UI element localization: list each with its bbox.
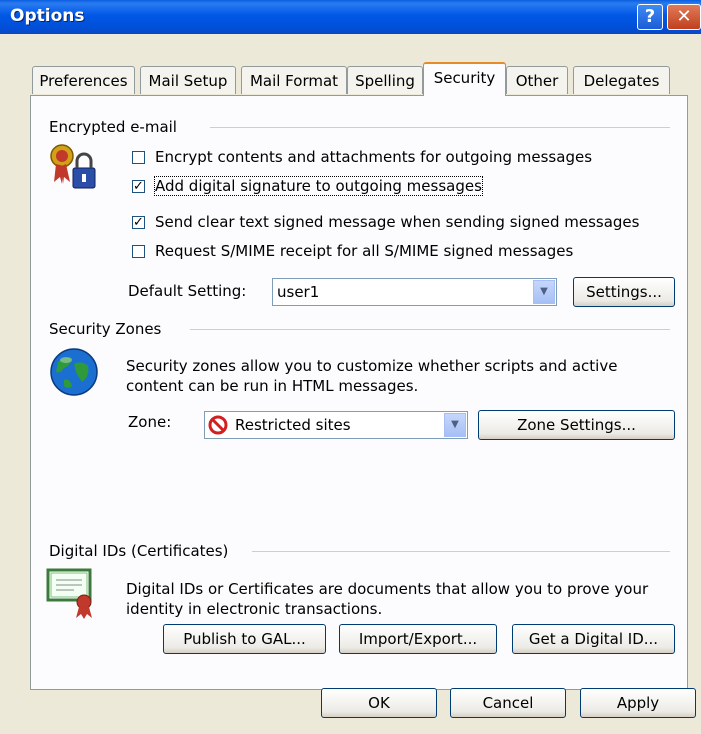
smime-receipt-checkbox[interactable] bbox=[132, 245, 145, 258]
clear-text-signed-checkbox[interactable]: ✓ bbox=[132, 216, 145, 229]
apply-button[interactable]: Apply bbox=[580, 688, 696, 718]
tab-preferences[interactable]: Preferences bbox=[32, 66, 135, 94]
zones-description-line1: Security zones allow you to customize wh… bbox=[126, 357, 618, 375]
get-digital-id-button[interactable]: Get a Digital ID... bbox=[512, 624, 675, 654]
close-icon: ✕ bbox=[676, 6, 692, 27]
publish-to-gal-button[interactable]: Publish to GAL... bbox=[163, 624, 326, 654]
group-divider bbox=[190, 329, 670, 330]
tab-label: Spelling bbox=[355, 72, 415, 90]
cancel-button[interactable]: Cancel bbox=[450, 688, 566, 718]
chevron-down-icon[interactable]: ▼ bbox=[533, 280, 555, 304]
security-zones-heading: Security Zones bbox=[49, 320, 162, 338]
zone-settings-button[interactable]: Zone Settings... bbox=[478, 410, 675, 440]
digital-ids-heading: Digital IDs (Certificates) bbox=[49, 542, 229, 560]
title-bar[interactable]: Options ? ✕ bbox=[0, 0, 701, 34]
tab-label: Mail Setup bbox=[148, 72, 228, 90]
tab-other[interactable]: Other bbox=[506, 66, 568, 94]
close-button[interactable]: ✕ bbox=[667, 4, 701, 30]
options-dialog: Options ? ✕ Preferences Mail Setup Mail … bbox=[0, 0, 701, 734]
import-export-button[interactable]: Import/Export... bbox=[339, 624, 497, 654]
globe-icon bbox=[48, 346, 100, 398]
default-setting-select[interactable]: user1 ▼ bbox=[272, 278, 557, 306]
clear-text-signed-label[interactable]: Send clear text signed message when send… bbox=[155, 213, 639, 231]
add-signature-checkbox[interactable]: ✓ bbox=[132, 180, 145, 193]
smime-receipt-label[interactable]: Request S/MIME receipt for all S/MIME si… bbox=[155, 242, 573, 260]
chevron-down-icon[interactable]: ▼ bbox=[444, 413, 466, 437]
tab-mail-format[interactable]: Mail Format bbox=[241, 66, 347, 94]
ok-button[interactable]: OK bbox=[321, 688, 437, 718]
encrypt-contents-label[interactable]: Encrypt contents and attachments for out… bbox=[155, 148, 592, 166]
tab-label: Mail Format bbox=[249, 72, 339, 90]
group-divider bbox=[252, 551, 670, 552]
encrypt-contents-checkbox[interactable] bbox=[132, 151, 145, 164]
tab-mail-setup[interactable]: Mail Setup bbox=[140, 66, 236, 94]
help-button[interactable]: ? bbox=[637, 4, 663, 30]
lock-seal-icon bbox=[48, 142, 100, 194]
group-divider bbox=[210, 127, 670, 128]
restricted-sites-icon bbox=[208, 415, 228, 435]
settings-button[interactable]: Settings... bbox=[573, 277, 675, 307]
zone-label: Zone: bbox=[128, 413, 172, 431]
window-title: Options bbox=[10, 6, 85, 26]
tab-label: Security bbox=[433, 69, 496, 87]
digital-ids-description-line1: Digital IDs or Certificates are document… bbox=[126, 580, 649, 598]
default-setting-label: Default Setting: bbox=[128, 282, 247, 300]
certificate-icon bbox=[46, 566, 100, 620]
zone-value: Restricted sites bbox=[235, 416, 351, 434]
tab-label: Preferences bbox=[39, 72, 128, 90]
digital-ids-description-line2: identity in electronic transactions. bbox=[126, 600, 383, 618]
help-icon: ? bbox=[644, 6, 656, 27]
tab-delegates[interactable]: Delegates bbox=[573, 66, 670, 94]
zones-description-line2: content can be run in HTML messages. bbox=[126, 377, 419, 395]
add-signature-label[interactable]: Add digital signature to outgoing messag… bbox=[154, 176, 483, 196]
tab-spelling[interactable]: Spelling bbox=[347, 66, 423, 94]
default-setting-value: user1 bbox=[277, 283, 320, 301]
zone-select[interactable]: Restricted sites ▼ bbox=[204, 411, 468, 439]
tab-security[interactable]: Security bbox=[423, 62, 506, 96]
tab-label: Other bbox=[515, 72, 559, 90]
encrypted-email-heading: Encrypted e-mail bbox=[49, 118, 177, 136]
tab-label: Delegates bbox=[583, 72, 660, 90]
